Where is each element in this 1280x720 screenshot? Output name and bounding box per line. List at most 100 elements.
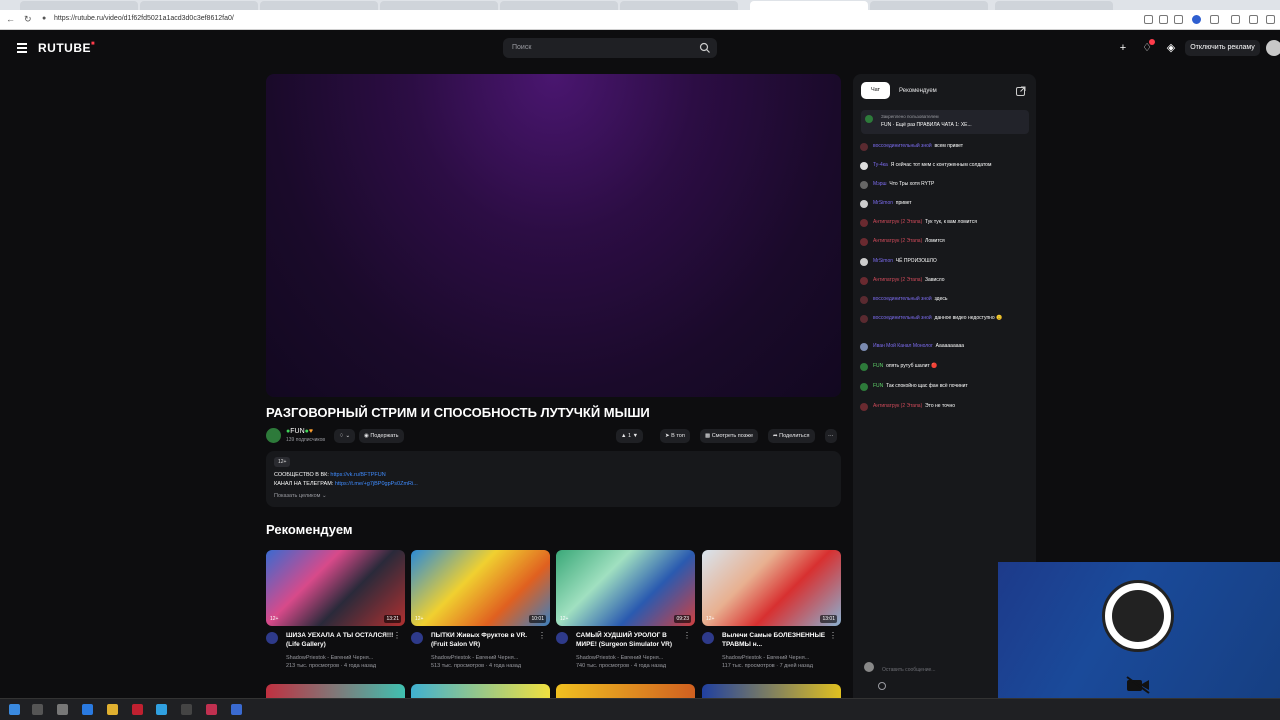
author-avatar[interactable] <box>702 632 714 644</box>
chat-username[interactable]: MrSimon <box>873 200 893 206</box>
browser-tab[interactable] <box>500 1 618 10</box>
app-icon[interactable] <box>57 704 68 715</box>
video-card-author[interactable]: ShadowPriestok - Евгений Черня... <box>722 655 809 661</box>
video-card[interactable]: 12+ 13:21 ШИЗА УЕХАЛА А ТЫ ОСТАЛСЯ!!! (L… <box>266 550 405 669</box>
subscribe-dropdown[interactable]: ♢ ⌄ <box>334 429 356 443</box>
folder-icon[interactable] <box>107 704 118 715</box>
video-card[interactable]: 12+ 10:01 ПЫТКИ Живых Фруктов в VR. (Fru… <box>411 550 550 669</box>
video-thumbnail[interactable] <box>702 684 841 698</box>
chat-message-input[interactable]: Оставить сообщение... <box>882 667 935 673</box>
rutube-logo[interactable]: RUTUBE■ <box>38 41 95 55</box>
video-card-title[interactable]: САМЫЙ ХУДШИЙ УРОЛОГ В МИРЕ! (Surgeon Sim… <box>576 631 686 649</box>
app-icon[interactable] <box>82 704 93 715</box>
share-button[interactable]: ➦ Поделиться <box>768 429 815 443</box>
telegram-link[interactable]: https://t.me/+g7jBP0gpPs0ZmRi... <box>335 481 418 487</box>
chat-username[interactable]: Ту-4ка <box>873 162 888 168</box>
browser-tab[interactable] <box>380 1 498 10</box>
to-top-button[interactable]: ➤ В топ <box>660 429 690 443</box>
channel-avatar[interactable] <box>266 428 281 443</box>
video-thumbnail[interactable] <box>411 684 550 698</box>
chat-username[interactable]: воссоединительный зной <box>873 296 932 302</box>
chat-username[interactable]: воссоединительный зной <box>873 143 932 149</box>
shield-icon[interactable]: ◈ <box>1165 42 1177 54</box>
card-menu-icon[interactable]: ⋮ <box>683 631 691 640</box>
pinned-message[interactable]: Закреплено пользователем FUN · Ещё раз П… <box>861 110 1029 134</box>
chat-username[interactable]: Антипатрук (2 Этапа) <box>873 277 922 283</box>
card-menu-icon[interactable]: ⋮ <box>393 631 401 640</box>
chat-username[interactable]: Антипатрук (2 Этапа) <box>873 219 922 225</box>
video-thumbnail[interactable] <box>556 684 695 698</box>
vk-link[interactable]: https://vk.ru/BFTPFUN <box>330 472 385 478</box>
browser-tab[interactable] <box>995 1 1113 10</box>
chat-username[interactable]: Иван Мой Канал Монолог <box>873 343 933 349</box>
video-thumbnail[interactable] <box>266 684 405 698</box>
plus-icon[interactable]: + <box>1117 42 1129 54</box>
extension-icon[interactable] <box>1144 15 1153 24</box>
browser-tab[interactable] <box>140 1 258 10</box>
lock-icon[interactable]: ● <box>42 15 46 22</box>
bookmark-icon[interactable] <box>1174 15 1183 24</box>
browser-icon[interactable] <box>156 704 167 715</box>
app-icon[interactable] <box>231 704 242 715</box>
search-icon[interactable] <box>32 704 43 715</box>
app-icon[interactable] <box>206 704 217 715</box>
extension-icon[interactable] <box>1249 15 1258 24</box>
popout-icon[interactable] <box>1016 86 1026 96</box>
video-thumbnail[interactable]: 12+ 13:01 <box>702 550 841 626</box>
video-thumbnail[interactable]: 12+ 10:01 <box>411 550 550 626</box>
video-card-author[interactable]: ShadowPriestok - Евгений Черня... <box>286 655 373 661</box>
card-menu-icon[interactable]: ⋮ <box>829 631 837 640</box>
author-avatar[interactable] <box>556 632 568 644</box>
author-avatar[interactable] <box>266 632 278 644</box>
more-options-button[interactable]: ··· <box>825 429 837 443</box>
like-button[interactable]: ▲ 1 ▼ <box>616 429 644 443</box>
chat-username[interactable]: FUN <box>873 383 883 389</box>
video-thumbnail[interactable]: 12+ 13:21 <box>266 550 405 626</box>
video-player[interactable] <box>266 74 841 397</box>
chat-username[interactable]: воссоединительный зной <box>873 315 932 321</box>
browser-tab[interactable] <box>620 1 738 10</box>
reload-icon[interactable]: ↻ <box>24 14 32 25</box>
chat-username[interactable]: Антипатрук (2 Этапа) <box>873 403 922 409</box>
back-icon[interactable]: ← <box>6 14 15 24</box>
chat-username[interactable]: Антипатрук (2 Этапа) <box>873 238 922 244</box>
video-card-title[interactable]: ПЫТКИ Живых Фруктов в VR. (Fruit Salon V… <box>431 631 541 649</box>
channel-name[interactable]: ●FUN●♥ <box>286 428 313 435</box>
search-icon[interactable] <box>699 42 711 54</box>
yandex-icon[interactable] <box>132 704 143 715</box>
chat-username[interactable]: Мэрш <box>873 181 887 187</box>
disable-ads-button[interactable]: Отключить рекламу <box>1185 40 1260 56</box>
chat-username[interactable]: MrSimon <box>873 258 893 264</box>
video-card-title[interactable]: ШИЗА УЕХАЛА А ТЫ ОСТАЛСЯ!!! (Life Galler… <box>286 631 396 649</box>
video-card-author[interactable]: ShadowPriestok - Евгений Черня... <box>431 655 518 661</box>
author-avatar[interactable] <box>411 632 423 644</box>
browser-tab[interactable] <box>260 1 378 10</box>
video-card-title[interactable]: Вылечи Самые БОЛЕЗНЕННЫЕ ТРАВМЫ н... <box>722 631 832 649</box>
chat-username[interactable]: FUN <box>873 363 883 369</box>
windows-start-icon[interactable] <box>9 704 20 715</box>
video-card-author[interactable]: ShadowPriestok - Евгений Черня... <box>576 655 663 661</box>
app-icon[interactable] <box>181 704 192 715</box>
tab-chat[interactable]: Чат <box>861 82 890 99</box>
avatar[interactable] <box>1266 40 1280 56</box>
support-button[interactable]: ◉ Подержать <box>359 429 404 443</box>
downloads-icon[interactable] <box>1231 15 1240 24</box>
extension-icon[interactable] <box>1159 15 1168 24</box>
card-menu-icon[interactable]: ⋮ <box>538 631 546 640</box>
search-input[interactable]: Поиск <box>503 38 717 58</box>
browser-tab[interactable] <box>870 1 988 10</box>
tab-recommended[interactable]: Рекомендуем <box>899 88 937 94</box>
menu-icon[interactable] <box>1266 15 1275 24</box>
url-field[interactable]: https://rutube.ru/video/d1f62fd5021a1acd… <box>54 15 234 22</box>
video-card[interactable]: 12+ 09:23 САМЫЙ ХУДШИЙ УРОЛОГ В МИРЕ! (S… <box>556 550 695 669</box>
show-full-description[interactable]: Показать целиком ⌄ <box>274 493 327 499</box>
browser-tab[interactable] <box>20 1 138 10</box>
menu-icon[interactable] <box>17 43 27 55</box>
video-thumbnail[interactable]: 12+ 09:23 <box>556 550 695 626</box>
emoji-icon[interactable] <box>878 682 886 690</box>
video-card[interactable]: 12+ 13:01 Вылечи Самые БОЛЕЗНЕННЫЕ ТРАВМ… <box>702 550 841 669</box>
extension-icon[interactable] <box>1210 15 1219 24</box>
profile-icon[interactable] <box>1192 15 1201 24</box>
watch-later-button[interactable]: ▩ Смотреть позже <box>700 429 759 443</box>
browser-tab-active[interactable] <box>750 1 868 10</box>
